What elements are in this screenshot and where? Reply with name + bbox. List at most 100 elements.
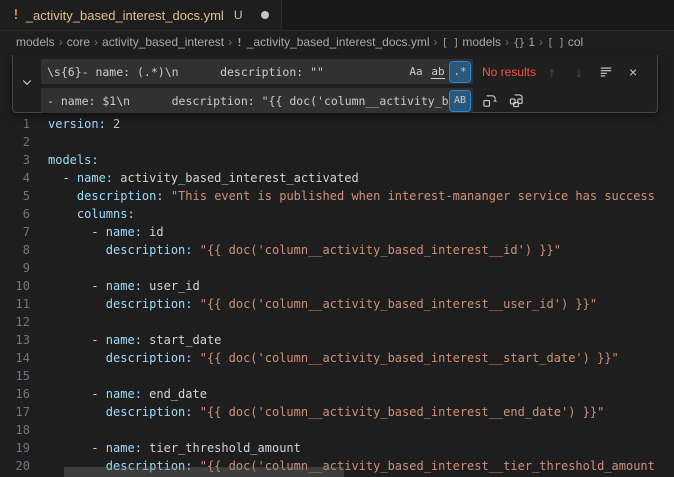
preserve-case-button[interactable]: AB: [450, 91, 470, 111]
arrow-up-icon: ↑: [549, 64, 556, 80]
find-in-selection-button[interactable]: [595, 61, 617, 83]
line-content: version: 2: [48, 115, 120, 133]
line-content: - name: start_date: [48, 331, 221, 349]
breadcrumb-item[interactable]: {} 1: [513, 35, 535, 49]
replace-all-button[interactable]: [505, 90, 527, 112]
close-find-button[interactable]: ×: [622, 61, 644, 83]
horizontal-scrollbar-slider[interactable]: [64, 467, 344, 477]
breadcrumb-separator-icon: ›: [505, 35, 509, 49]
line-number: 14: [0, 349, 30, 367]
object-icon: {}: [513, 36, 524, 49]
selection-lines-icon: [599, 65, 613, 79]
code-line[interactable]: 3 models:: [0, 151, 674, 169]
array-icon: [ ]: [547, 36, 564, 49]
chevron-down-icon: [21, 75, 33, 93]
line-number: 8: [0, 241, 30, 259]
breadcrumb-label: 1: [528, 35, 535, 49]
code-line[interactable]: 18: [0, 421, 674, 439]
breadcrumb-label: activity_based_interest: [102, 35, 224, 49]
arrow-down-icon: ↓: [576, 64, 583, 80]
code-line[interactable]: 17 description: "{{ doc('column__activit…: [0, 403, 674, 421]
breadcrumb-label: _activity_based_interest_docs.yml: [247, 35, 430, 49]
line-number: 4: [0, 169, 30, 187]
regex-button[interactable]: .*: [450, 62, 470, 82]
warning-icon: !: [236, 36, 243, 49]
find-input[interactable]: \s{6}- name: (.*)\n description: "" Aa a…: [41, 59, 473, 84]
line-number: 15: [0, 367, 30, 385]
previous-match-button[interactable]: ↑: [541, 61, 563, 83]
line-number: 6: [0, 205, 30, 223]
breadcrumb-item[interactable]: models: [16, 35, 55, 49]
code-line[interactable]: 14 description: "{{ doc('column__activit…: [0, 349, 674, 367]
line-content: - name: user_id: [48, 277, 200, 295]
tab-active-file[interactable]: ! _activity_based_interest_docs.yml U: [0, 0, 282, 30]
line-content: description: "This event is published wh…: [48, 187, 655, 205]
line-content: columns:: [48, 205, 135, 223]
code-line[interactable]: 8 description: "{{ doc('column__activity…: [0, 241, 674, 259]
breadcrumb-label: core: [67, 35, 90, 49]
breadcrumb-separator-icon: ›: [539, 35, 543, 49]
replace-input-value: - name: $1\n description: "{{ doc('colum…: [47, 94, 448, 108]
code-line[interactable]: 15: [0, 367, 674, 385]
toggle-replace-button[interactable]: [13, 55, 41, 112]
horizontal-scrollbar: [0, 467, 674, 477]
code-line[interactable]: 16 - name: end_date: [0, 385, 674, 403]
next-match-button[interactable]: ↓: [568, 61, 590, 83]
breadcrumb-separator-icon: ›: [94, 35, 98, 49]
code-line[interactable]: 19 - name: tier_threshold_amount: [0, 439, 674, 457]
find-input-value: \s{6}- name: (.*)\n description: "": [47, 65, 404, 79]
code-line[interactable]: 11 description: "{{ doc('column__activit…: [0, 295, 674, 313]
replace-button[interactable]: [478, 90, 500, 112]
code-line[interactable]: 4 - name: activity_based_interest_activa…: [0, 169, 674, 187]
tab-bar: ! _activity_based_interest_docs.yml U: [0, 0, 674, 31]
code-line[interactable]: 9: [0, 259, 674, 277]
line-number: 9: [0, 259, 30, 277]
code-line[interactable]: 13 - name: start_date: [0, 331, 674, 349]
find-results-status: No results: [482, 65, 536, 79]
breadcrumb-separator-icon: ›: [59, 35, 63, 49]
match-case-button[interactable]: Aa: [406, 62, 426, 82]
line-number: 2: [0, 133, 30, 151]
line-content: description: "{{ doc('column__activity_b…: [48, 295, 597, 313]
breadcrumb-label: models: [16, 35, 55, 49]
code-lines: 1version: 223models:4 - name: activity_b…: [0, 52, 674, 477]
code-line[interactable]: 12: [0, 313, 674, 331]
tab-filename: _activity_based_interest_docs.yml: [26, 8, 224, 23]
code-line[interactable]: 10 - name: user_id: [0, 277, 674, 295]
close-icon: ×: [629, 64, 637, 80]
breadcrumb-label: col: [568, 35, 583, 49]
breadcrumb-item[interactable]: activity_based_interest: [102, 35, 224, 49]
line-number: 16: [0, 385, 30, 403]
breadcrumb-label: models: [462, 35, 501, 49]
line-number: 18: [0, 421, 30, 439]
line-content: - name: tier_threshold_amount: [48, 439, 301, 457]
line-content: - name: id: [48, 223, 164, 241]
line-number: 19: [0, 439, 30, 457]
line-number: 5: [0, 187, 30, 205]
breadcrumb-item[interactable]: [ ]models: [442, 35, 502, 49]
code-line[interactable]: 1 version: 2: [0, 115, 674, 133]
line-number: 3: [0, 151, 30, 169]
breadcrumb-separator-icon: ›: [228, 35, 232, 49]
line-number: 13: [0, 331, 30, 349]
editor[interactable]: \s{6}- name: (.*)\n description: "" Aa a…: [0, 52, 674, 477]
git-status-badge: U: [234, 8, 243, 22]
breadcrumb-item[interactable]: [ ] col: [547, 35, 583, 49]
replace-input[interactable]: - name: $1\n description: "{{ doc('colum…: [41, 88, 473, 113]
whole-word-button[interactable]: ab: [428, 62, 448, 82]
modified-dot-icon[interactable]: [261, 11, 269, 19]
line-content: description: "{{ doc('column__activity_b…: [48, 241, 561, 259]
breadcrumb-item[interactable]: core: [67, 35, 90, 49]
code-line[interactable]: 5 description: "This event is published …: [0, 187, 674, 205]
line-number: 7: [0, 223, 30, 241]
line-number: 1: [0, 115, 30, 133]
code-line[interactable]: 7 - name: id: [0, 223, 674, 241]
line-content: - name: activity_based_interest_activate…: [48, 169, 359, 187]
code-line[interactable]: 6 columns:: [0, 205, 674, 223]
replace-all-icon: [509, 93, 524, 108]
code-line[interactable]: 2: [0, 133, 674, 151]
breadcrumb-item[interactable]: ! _activity_based_interest_docs.yml: [236, 35, 429, 49]
line-content: models:: [48, 151, 99, 169]
breadcrumb-separator-icon: ›: [434, 35, 438, 49]
line-content: - name: end_date: [48, 385, 207, 403]
